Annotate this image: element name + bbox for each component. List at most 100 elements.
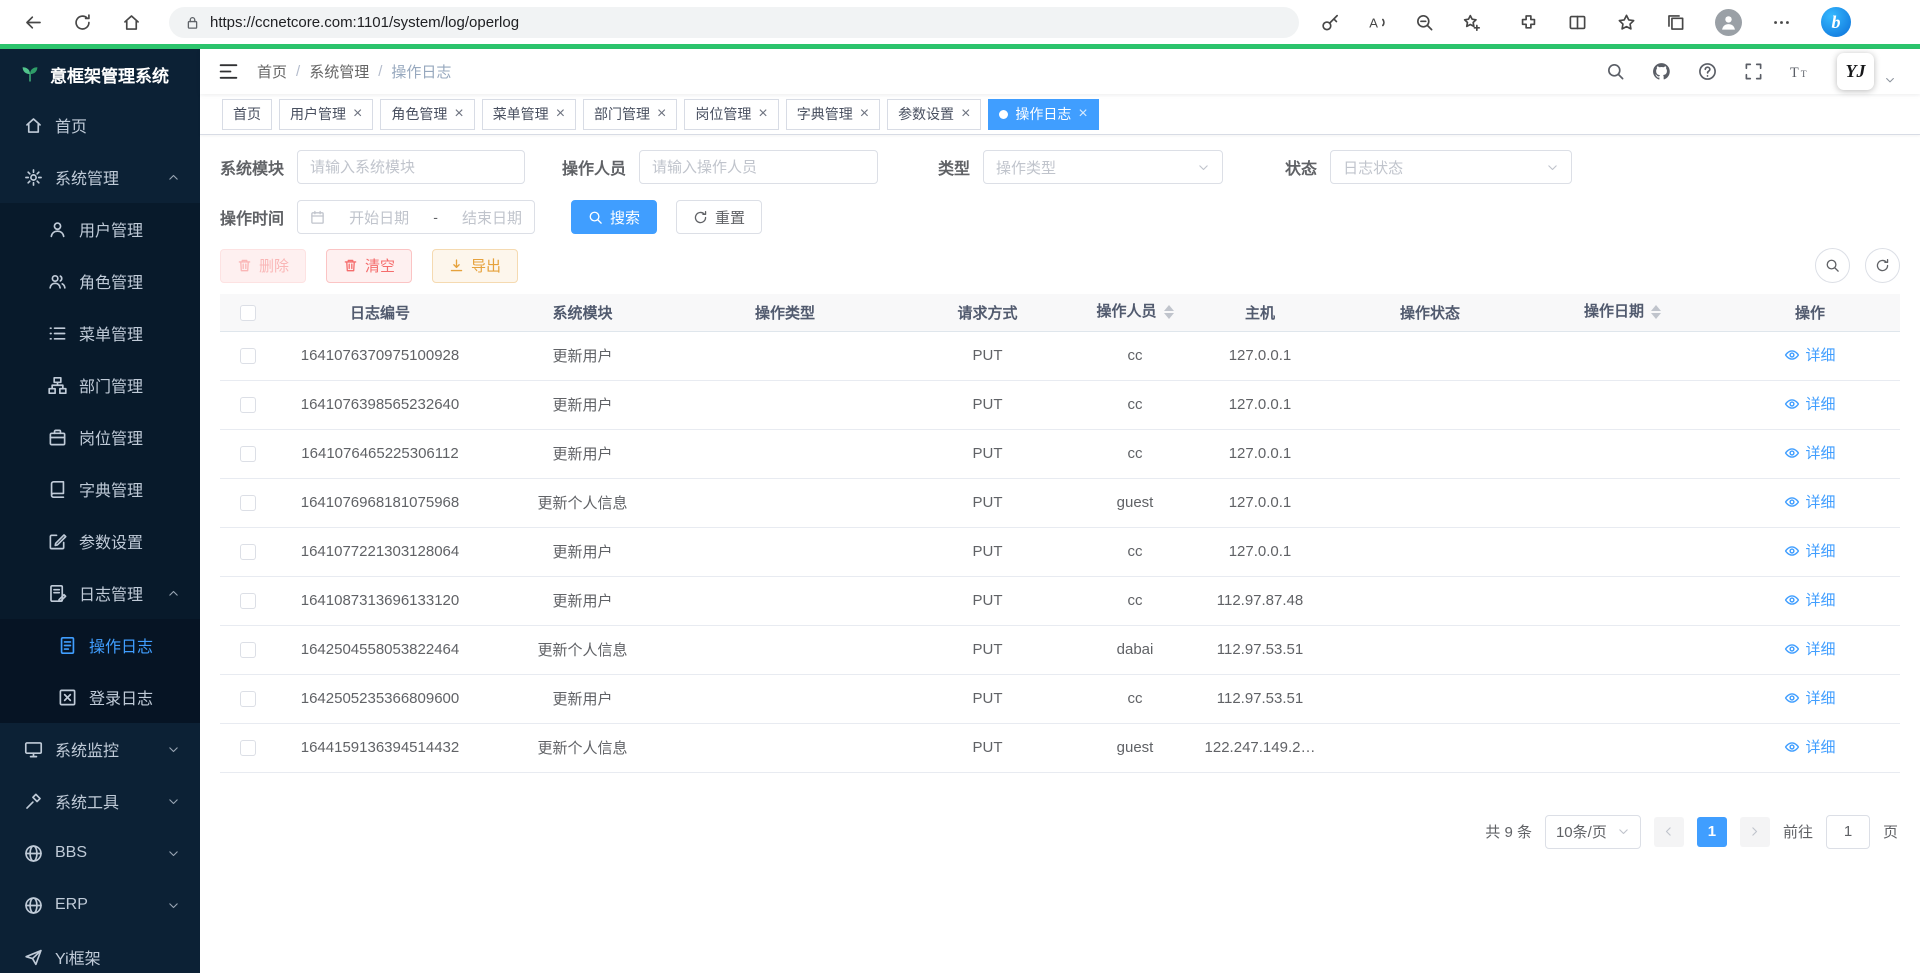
close-icon[interactable]: × xyxy=(353,106,362,122)
status-select[interactable]: 日志状态 xyxy=(1330,150,1572,184)
row-checkbox[interactable] xyxy=(240,740,256,756)
sidebar-item-home[interactable]: 首页 xyxy=(0,99,200,151)
sort-carets-icon[interactable] xyxy=(1651,300,1661,324)
module-input[interactable] xyxy=(297,150,525,184)
bing-icon[interactable]: b xyxy=(1821,7,1851,37)
row-checkbox[interactable] xyxy=(240,397,256,413)
sidebar-item-system-mgmt[interactable]: 系统管理 xyxy=(0,151,200,203)
hamburger-icon[interactable] xyxy=(218,61,239,82)
close-icon[interactable]: × xyxy=(454,106,463,122)
close-icon[interactable]: × xyxy=(860,106,869,122)
column-header[interactable]: 操作人员 xyxy=(1085,294,1185,331)
goto-page-input[interactable] xyxy=(1826,815,1870,849)
search-button[interactable]: 搜索 xyxy=(571,200,657,234)
tab-post-mgmt[interactable]: 岗位管理× xyxy=(684,99,778,130)
breadcrumb-item[interactable]: 系统管理 xyxy=(309,61,369,82)
detail-link[interactable]: 详细 xyxy=(1784,589,1835,610)
sidebar-item-menu-mgmt[interactable]: 菜单管理 xyxy=(0,307,200,359)
current-page-button[interactable]: 1 xyxy=(1697,817,1727,847)
home-icon[interactable] xyxy=(122,13,141,32)
textsize-icon[interactable]: TT xyxy=(1790,62,1809,81)
next-page-button[interactable] xyxy=(1740,817,1770,847)
detail-link[interactable]: 详细 xyxy=(1784,442,1835,463)
close-icon[interactable]: × xyxy=(556,106,565,122)
prev-page-button[interactable] xyxy=(1654,817,1684,847)
export-button[interactable]: 导出 xyxy=(432,249,518,283)
select-all-checkbox[interactable] xyxy=(240,305,256,321)
fullscreen-icon[interactable] xyxy=(1744,62,1763,81)
page-size-select[interactable]: 10条/页 xyxy=(1545,815,1641,849)
sidebar-item-log-mgmt[interactable]: 日志管理 xyxy=(0,567,200,619)
question-icon[interactable] xyxy=(1698,62,1717,81)
sidebar-item-erp[interactable]: ERP xyxy=(0,879,200,931)
tab-param-settings[interactable]: 参数设置× xyxy=(887,99,981,130)
sidebar-item-user-mgmt[interactable]: 用户管理 xyxy=(0,203,200,255)
dots-icon[interactable] xyxy=(1772,13,1791,32)
sidebar-item-dept-mgmt[interactable]: 部门管理 xyxy=(0,359,200,411)
zoom-out-icon[interactable] xyxy=(1415,13,1434,32)
sidebar-item-system-monitor[interactable]: 系统监控 xyxy=(0,723,200,775)
row-checkbox[interactable] xyxy=(240,348,256,364)
tab-menu-mgmt[interactable]: 菜单管理× xyxy=(482,99,576,130)
tab-role-mgmt[interactable]: 角色管理× xyxy=(380,99,474,130)
detail-link[interactable]: 详细 xyxy=(1784,393,1835,414)
refresh-table-button[interactable] xyxy=(1865,248,1900,283)
star-plus-icon[interactable] xyxy=(1462,13,1481,32)
detail-link[interactable]: 详细 xyxy=(1784,540,1835,561)
sidebar-item-system-tools[interactable]: 系统工具 xyxy=(0,775,200,827)
sidebar-item-param-settings[interactable]: 参数设置 xyxy=(0,515,200,567)
sidebar-item-dict-mgmt[interactable]: 字典管理 xyxy=(0,463,200,515)
close-icon[interactable]: × xyxy=(961,106,970,122)
row-checkbox[interactable] xyxy=(240,495,256,511)
tab-home[interactable]: 首页 xyxy=(222,99,272,130)
tab-dict-mgmt[interactable]: 字典管理× xyxy=(786,99,880,130)
detail-link[interactable]: 详细 xyxy=(1784,638,1835,659)
puzzle-icon[interactable] xyxy=(1519,13,1538,32)
refresh-icon[interactable] xyxy=(73,13,92,32)
operator-input[interactable] xyxy=(639,150,878,184)
row-checkbox[interactable] xyxy=(240,691,256,707)
toggle-search-button[interactable] xyxy=(1815,248,1850,283)
arrow-left-icon[interactable] xyxy=(24,13,43,32)
app-logo[interactable]: 意框架管理系统 xyxy=(0,49,200,99)
clear-button[interactable]: 清空 xyxy=(326,249,412,283)
type-select[interactable]: 操作类型 xyxy=(983,150,1223,184)
key-icon[interactable] xyxy=(1321,13,1340,32)
sidebar-item-oper-log[interactable]: 操作日志 xyxy=(0,619,200,671)
close-icon[interactable]: × xyxy=(657,106,666,122)
detail-link[interactable]: 详细 xyxy=(1784,344,1835,365)
star-icon[interactable] xyxy=(1617,13,1636,32)
breadcrumb-item[interactable]: 首页 xyxy=(257,61,287,82)
speak-icon[interactable]: A xyxy=(1368,13,1387,32)
reset-button[interactable]: 重置 xyxy=(676,200,762,234)
caret-down-icon[interactable] xyxy=(1884,74,1896,86)
search-icon[interactable] xyxy=(1606,62,1625,81)
detail-link[interactable]: 详细 xyxy=(1784,687,1835,708)
detail-link[interactable]: 详细 xyxy=(1784,736,1835,757)
tab-oper-log[interactable]: 操作日志× xyxy=(988,99,1098,130)
tab-dept-mgmt[interactable]: 部门管理× xyxy=(583,99,677,130)
sidebar-item-bbs[interactable]: BBS xyxy=(0,827,200,879)
row-checkbox[interactable] xyxy=(240,446,256,462)
close-icon[interactable]: × xyxy=(1078,106,1087,122)
tab-user-mgmt[interactable]: 用户管理× xyxy=(279,99,373,130)
row-checkbox[interactable] xyxy=(240,642,256,658)
avatar[interactable]: YJ xyxy=(1837,53,1874,90)
row-checkbox[interactable] xyxy=(240,593,256,609)
delete-button[interactable]: 删除 xyxy=(220,249,306,283)
sidebar-item-post-mgmt[interactable]: 岗位管理 xyxy=(0,411,200,463)
split-icon[interactable] xyxy=(1568,13,1587,32)
sort-carets-icon[interactable] xyxy=(1164,300,1174,324)
close-icon[interactable]: × xyxy=(758,106,767,122)
row-checkbox[interactable] xyxy=(240,544,256,560)
detail-link[interactable]: 详细 xyxy=(1784,491,1835,512)
sidebar-item-role-mgmt[interactable]: 角色管理 xyxy=(0,255,200,307)
address-bar[interactable]: https://ccnetcore.com:1101/system/log/op… xyxy=(169,7,1299,38)
github-icon[interactable] xyxy=(1652,62,1671,81)
person-icon[interactable] xyxy=(1715,9,1742,36)
collections-icon[interactable] xyxy=(1666,13,1685,32)
sidebar-item-login-log[interactable]: 登录日志 xyxy=(0,671,200,723)
column-header[interactable]: 操作日期 xyxy=(1525,294,1720,331)
sidebar-item-yi-framework[interactable]: Yi框架 xyxy=(0,931,200,973)
date-range-picker[interactable]: 开始日期 - 结束日期 xyxy=(297,200,535,234)
